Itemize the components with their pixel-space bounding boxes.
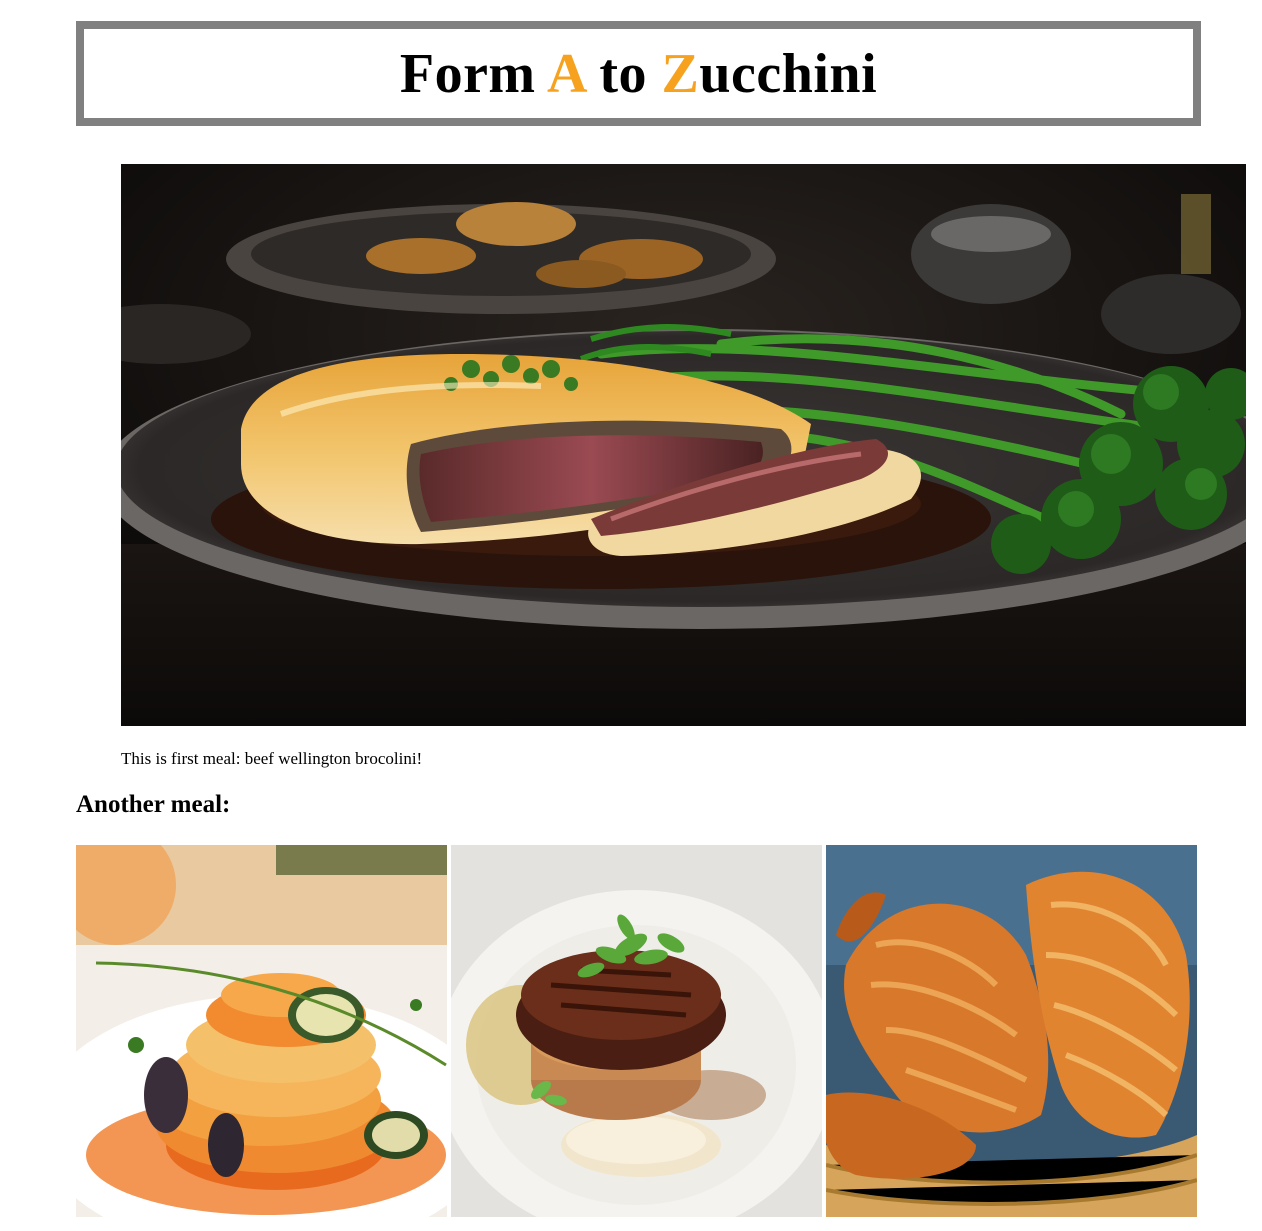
gallery-image-steak — [451, 845, 822, 1217]
title-part-2: to — [584, 42, 662, 105]
title-accent-z: Z — [661, 42, 700, 105]
page: Form A to Zucchini This is first meal: b… — [0, 0, 1262, 1231]
title-part-3: ucchini — [699, 42, 878, 105]
site-title: Form A to Zucchini — [400, 46, 877, 102]
ratatouille-illustration — [76, 845, 447, 1217]
hero-caption: This is first meal: beef wellington broc… — [121, 749, 423, 768]
hero-image — [121, 164, 1246, 726]
site-header: Form A to Zucchini — [76, 21, 1201, 126]
gallery-image-ratatouille — [76, 845, 447, 1217]
section-heading: Another meal: — [76, 791, 231, 818]
croissants-illustration — [826, 845, 1197, 1217]
meal-gallery — [76, 845, 1198, 1217]
title-part-1: Form — [399, 42, 547, 105]
steak-illustration — [451, 845, 822, 1217]
gallery-image-croissants — [826, 845, 1197, 1217]
title-accent-a: A — [546, 42, 585, 105]
beef-wellington-illustration — [121, 164, 1246, 726]
